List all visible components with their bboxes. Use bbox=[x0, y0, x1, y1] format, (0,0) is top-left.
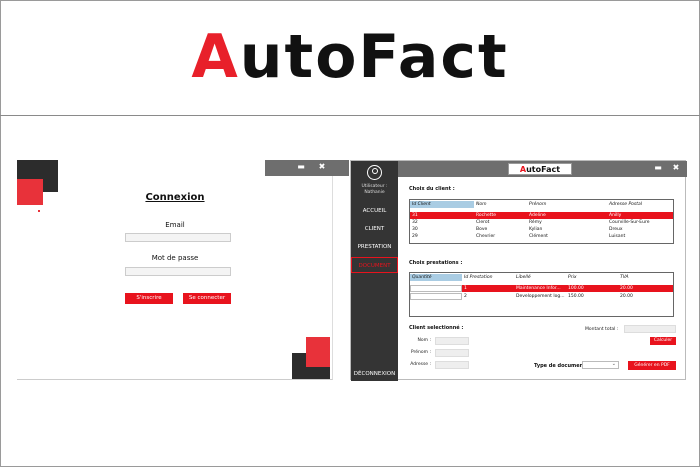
nav-accueil[interactable]: ACCUEIL bbox=[351, 203, 398, 219]
user-label: Utilisateur : Nathanie bbox=[351, 184, 398, 196]
password-field[interactable] bbox=[125, 267, 231, 276]
nav-client[interactable]: CLIENT bbox=[351, 221, 398, 237]
minimize-icon[interactable]: ▬ bbox=[297, 163, 305, 171]
cell: Maintenance Infor... bbox=[516, 286, 561, 291]
pdf-button[interactable]: Générer en PDF bbox=[628, 361, 676, 370]
cell: 2 bbox=[464, 294, 467, 299]
password-label: Mot de passe bbox=[151, 254, 199, 262]
quantity-stepper[interactable] bbox=[410, 285, 462, 292]
nav-prestation[interactable]: PRESTATION bbox=[351, 239, 398, 255]
app-window: Utilisateur : Nathanie ACCUEIL CLIENT PR… bbox=[350, 160, 687, 381]
cell: Luisant bbox=[609, 234, 626, 239]
cell: Developpement log... bbox=[516, 294, 565, 299]
firstname-label: Prénom : bbox=[410, 350, 431, 355]
table-row[interactable]: 32 Clerot Rémy Courville-Sur-Eure bbox=[410, 219, 673, 226]
login-title: Connexion bbox=[145, 192, 205, 203]
table-row[interactable]: 30 Bove Kylian Dreux bbox=[410, 226, 673, 233]
user-label-name: Nathanie bbox=[364, 190, 385, 195]
table-row[interactable]: 1 Maintenance Infor... 100.00 20.00 bbox=[410, 285, 673, 292]
app-logo-rest: utoFact bbox=[526, 165, 561, 174]
cell: Rochette bbox=[476, 213, 497, 218]
col-header[interactable]: Id Client bbox=[410, 201, 474, 208]
cell: Anilly bbox=[609, 213, 622, 218]
cell: Dreux bbox=[609, 227, 623, 232]
col-header[interactable]: Adresse Postal bbox=[607, 201, 673, 208]
close-icon[interactable]: ✖ bbox=[318, 163, 326, 171]
col-header[interactable]: TVA bbox=[618, 274, 673, 281]
cell: Kylian bbox=[529, 227, 543, 232]
client-table[interactable]: Id Client Nom Prénom Adresse Postal 31 R… bbox=[409, 199, 674, 244]
brand-title-rest: utoFact bbox=[239, 22, 509, 92]
logout-button[interactable]: DÉCONNEXION bbox=[351, 366, 398, 382]
app-header: AutoFact ▬ ✖ bbox=[398, 161, 687, 177]
nav-document[interactable]: DOCUMENT bbox=[351, 257, 398, 273]
cell: Adeline bbox=[529, 213, 546, 218]
close-icon[interactable]: ✖ bbox=[672, 164, 680, 172]
name-label: Nom : bbox=[417, 338, 431, 343]
cell: 29 bbox=[412, 234, 418, 239]
presta-section-title: Choix prestations : bbox=[409, 260, 463, 266]
cell: 100.00 bbox=[568, 286, 584, 291]
cell: Clément bbox=[529, 234, 548, 239]
brand-title-accent: A bbox=[191, 22, 240, 92]
doctype-select[interactable]: ⌄ bbox=[582, 361, 619, 369]
name-field[interactable] bbox=[435, 337, 469, 345]
col-header[interactable]: Libellé bbox=[514, 274, 566, 281]
cell: 30 bbox=[412, 227, 418, 232]
presta-table-header: Quantité Id Prestation Libellé Prix TVA bbox=[410, 274, 673, 281]
address-field[interactable] bbox=[435, 361, 469, 369]
cell: Bove bbox=[476, 227, 488, 232]
decor-dot bbox=[38, 210, 40, 212]
calculate-button[interactable]: Calculer bbox=[650, 337, 676, 345]
col-header[interactable]: Nom bbox=[474, 201, 520, 208]
address-label: Adresse : bbox=[410, 362, 431, 367]
cell: Chevrier bbox=[476, 234, 496, 239]
cell: 20.00 bbox=[620, 286, 633, 291]
login-titlebar: ▬ ✖ bbox=[265, 160, 349, 176]
cell: Courville-Sur-Eure bbox=[609, 220, 650, 225]
sidebar: Utilisateur : Nathanie ACCUEIL CLIENT PR… bbox=[351, 161, 398, 381]
brand-title: AutoFact bbox=[0, 22, 700, 92]
cell: 32 bbox=[412, 220, 418, 225]
decor-red-square-bottom bbox=[306, 337, 330, 367]
client-table-header: Id Client Nom Prénom Adresse Postal bbox=[410, 201, 673, 208]
client-section-title: Choix du client : bbox=[409, 186, 455, 192]
email-label: Email bbox=[165, 221, 185, 229]
cell: 20.00 bbox=[620, 294, 633, 299]
col-header[interactable]: Quantité bbox=[410, 274, 462, 281]
col-header[interactable]: Id Prestation bbox=[462, 274, 514, 281]
login-window: ▬ ✖ Connexion Email Mot de passe S'inscr… bbox=[17, 160, 349, 380]
col-header[interactable]: Prix bbox=[566, 274, 618, 281]
presta-table[interactable]: Quantité Id Prestation Libellé Prix TVA … bbox=[409, 272, 674, 317]
app-logo: AutoFact bbox=[508, 163, 572, 175]
quantity-stepper[interactable] bbox=[410, 293, 462, 300]
total-label: Montant total : bbox=[585, 327, 619, 332]
cell: 1 bbox=[464, 286, 467, 291]
cell: Rémy bbox=[529, 220, 542, 225]
email-field[interactable] bbox=[125, 233, 231, 242]
table-row[interactable]: 2 Developpement log... 150.00 20.00 bbox=[410, 293, 673, 300]
firstname-field[interactable] bbox=[435, 349, 469, 357]
divider bbox=[0, 115, 700, 116]
total-field[interactable] bbox=[624, 325, 676, 333]
table-row[interactable]: 31 Rochette Adeline Anilly bbox=[410, 212, 673, 219]
selected-client-title: Client selectionné : bbox=[409, 325, 464, 331]
col-header[interactable]: Prénom bbox=[527, 201, 607, 208]
login-button[interactable]: Se connecter bbox=[183, 293, 231, 304]
table-row[interactable]: 29 Chevrier Clément Luisant bbox=[410, 233, 673, 240]
cell: Clerot bbox=[476, 220, 490, 225]
user-icon bbox=[367, 165, 382, 180]
chevron-down-icon: ⌄ bbox=[611, 361, 616, 367]
minimize-icon[interactable]: ▬ bbox=[654, 164, 662, 172]
cell: 31 bbox=[412, 213, 418, 218]
register-button[interactable]: S'inscrire bbox=[125, 293, 173, 304]
cell: 150.00 bbox=[568, 294, 584, 299]
